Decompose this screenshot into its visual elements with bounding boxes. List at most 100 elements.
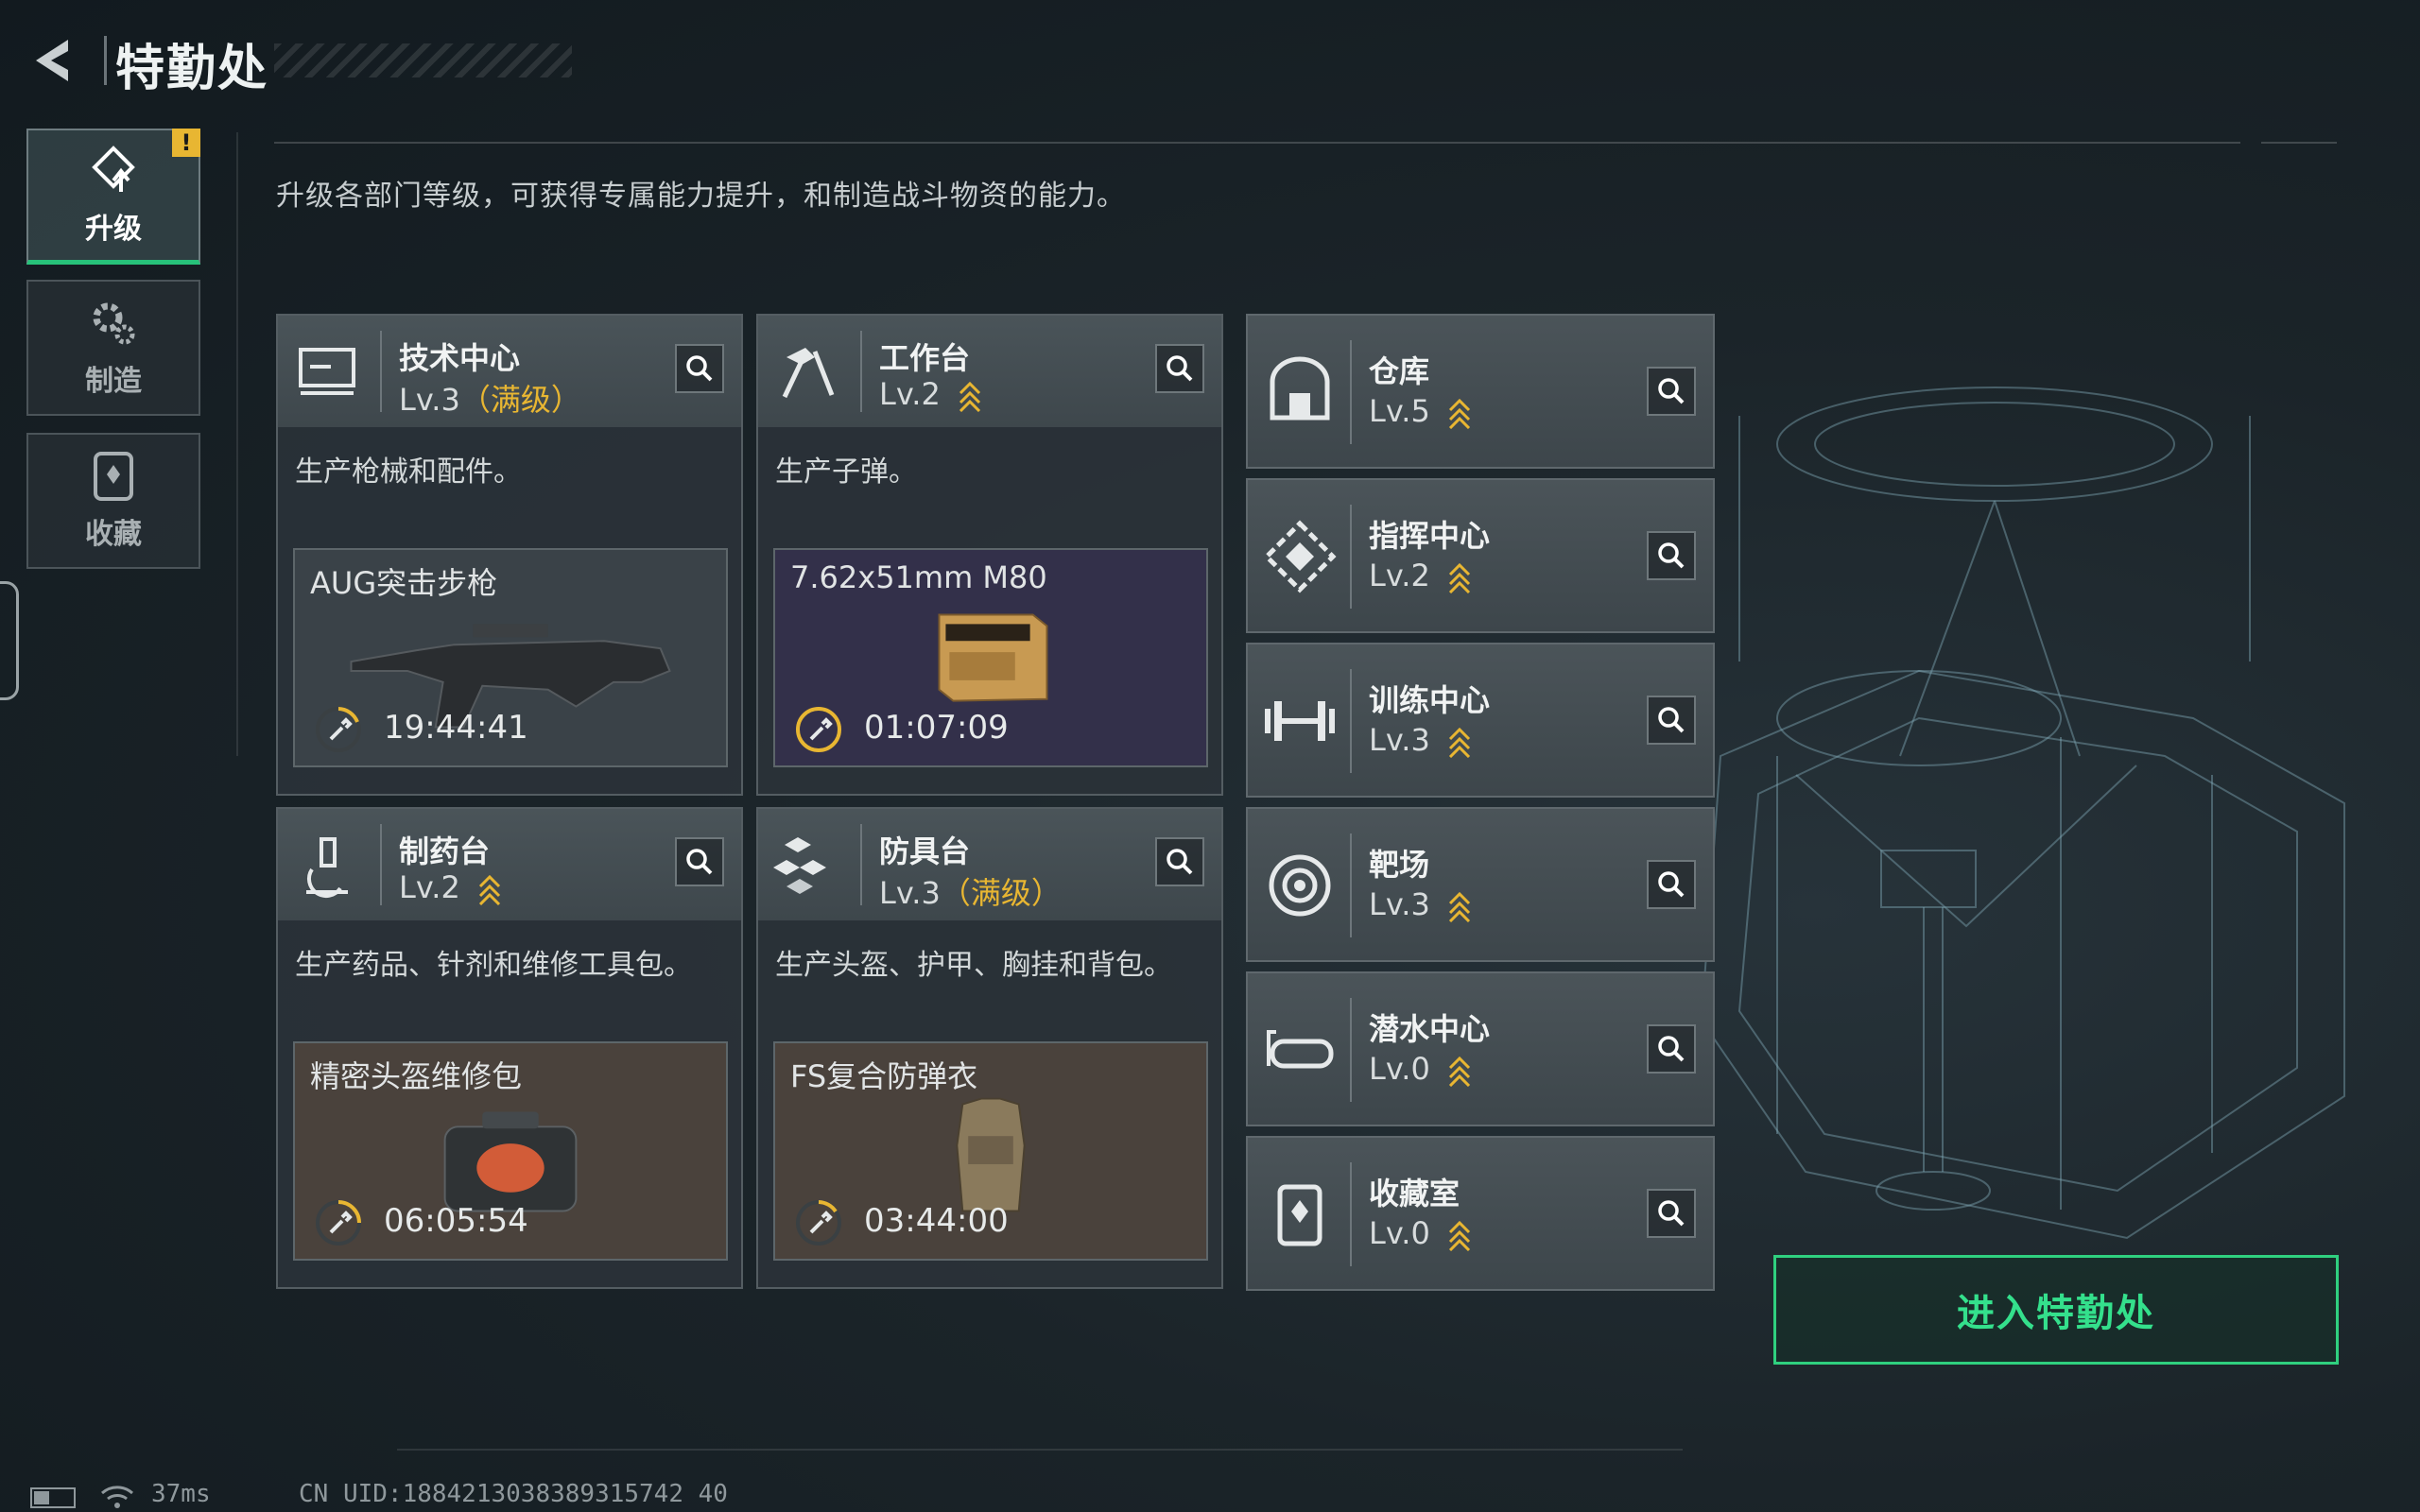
- building-warehouse[interactable]: 仓库 Lv.5: [1246, 314, 1715, 469]
- upgrade-available-icon: [478, 874, 501, 905]
- search-button[interactable]: [675, 344, 724, 393]
- page-title: 特勤处: [115, 41, 269, 97]
- divider: [1350, 505, 1352, 609]
- facility-card-tech-center[interactable]: 技术中心 Lv.3（满级） 生产枪械和配件。 AUG突击步枪 19:44:41: [276, 314, 743, 796]
- user-uid: CN UID:1884213038389315742 40: [299, 1480, 728, 1508]
- facility-name: 工作台: [879, 340, 971, 376]
- search-button[interactable]: [1155, 837, 1204, 886]
- search-icon: [1167, 849, 1193, 875]
- crafting-slot[interactable]: FS复合防弹衣 03:44:00: [773, 1041, 1208, 1261]
- building-name: 收藏室: [1369, 1176, 1461, 1211]
- facility-description: 生产子弹。: [775, 455, 917, 489]
- wrench-timer-icon: [316, 1200, 361, 1246]
- level-value: Lv.0: [1369, 1215, 1430, 1251]
- building-level: Lv.2: [1369, 558, 1472, 593]
- divider: [1350, 669, 1352, 773]
- facility-description: 生产头盔、护甲、胸挂和背包。: [775, 949, 1172, 982]
- level-value: Lv.2: [879, 376, 941, 412]
- building-command-center[interactable]: 指挥中心 Lv.2: [1246, 478, 1715, 633]
- sidebar-item-crafting[interactable]: 制造: [26, 280, 200, 416]
- level-value: Lv.2: [399, 869, 460, 905]
- building-level: Lv.0: [1369, 1215, 1472, 1251]
- enter-button-label: 进入特勤处: [1957, 1292, 2155, 1335]
- building-name: 指挥中心: [1369, 518, 1491, 554]
- divider: [274, 142, 2240, 144]
- building-level: Lv.5: [1369, 393, 1472, 429]
- search-button[interactable]: [1155, 344, 1204, 393]
- facility-level: Lv.3（满级）: [879, 869, 1062, 913]
- target-icon: [1269, 854, 1331, 917]
- level-value: Lv.0: [1369, 1051, 1430, 1087]
- search-button[interactable]: [1647, 531, 1696, 580]
- divider: [860, 331, 862, 412]
- facility-description: 生产药品、针剂和维修工具包。: [295, 949, 692, 982]
- craft-timer: 01:07:09: [864, 709, 1009, 747]
- facility-level: Lv.2: [879, 376, 982, 412]
- wifi-icon: [101, 1486, 133, 1508]
- level-value: Lv.5: [1369, 393, 1430, 429]
- divider: [1350, 340, 1352, 444]
- divider: [397, 1449, 1683, 1451]
- building-name: 潜水中心: [1369, 1011, 1491, 1047]
- crafting-slot[interactable]: AUG突击步枪 19:44:41: [293, 548, 728, 767]
- facility-card-pharmacy[interactable]: 制药台 Lv.2 生产药品、针剂和维修工具包。 精密头盔维修包 06:05:54: [276, 807, 743, 1289]
- enter-special-ops-button[interactable]: 进入特勤处: [1773, 1255, 2339, 1365]
- craft-timer: 03:44:00: [864, 1202, 1009, 1240]
- wrench-timer-icon: [796, 707, 841, 752]
- facility-name: 防具台: [879, 833, 971, 869]
- search-button[interactable]: [1647, 1189, 1696, 1238]
- collection-room-icon: [1277, 1184, 1322, 1246]
- facility-level: Lv.3（满级）: [399, 376, 581, 420]
- search-button[interactable]: [675, 837, 724, 886]
- hammer-icon: [782, 348, 835, 399]
- collection-icon: [94, 452, 133, 501]
- search-icon: [1658, 378, 1685, 404]
- back-arrow-icon[interactable]: [26, 32, 83, 89]
- wrench-timer-icon: [796, 1200, 841, 1246]
- search-button[interactable]: [1647, 367, 1696, 416]
- search-icon: [1658, 1036, 1685, 1062]
- sidebar-item-label: 制造: [85, 365, 142, 398]
- sidebar-item-collection[interactable]: 收藏: [26, 433, 200, 569]
- building-level: Lv.3: [1369, 886, 1472, 922]
- building-diving-center[interactable]: 潜水中心 Lv.0: [1246, 971, 1715, 1126]
- facility-name: 技术中心: [399, 340, 521, 376]
- drawer-handle[interactable]: [0, 581, 19, 700]
- building-training-center[interactable]: 训练中心 Lv.3: [1246, 643, 1715, 798]
- building-name: 仓库: [1369, 353, 1430, 389]
- wrench-timer-icon: [316, 707, 361, 752]
- search-button[interactable]: [1647, 1024, 1696, 1074]
- section-description: 升级各部门等级，可获得专属能力提升，和制造战斗物资的能力。: [276, 180, 1126, 213]
- sidebar-item-upgrade[interactable]: 升级 !: [26, 129, 200, 265]
- divider: [380, 824, 382, 905]
- search-icon: [686, 849, 713, 875]
- search-icon: [1658, 1200, 1685, 1227]
- sidebar-item-label: 升级: [85, 212, 142, 246]
- search-button[interactable]: [1647, 696, 1696, 745]
- divider: [380, 331, 382, 412]
- crafting-slot[interactable]: 7.62x51mm M80 01:07:09: [773, 548, 1208, 767]
- facility-card-armor-bench[interactable]: 防具台 Lv.3（满级） 生产头盔、护甲、胸挂和背包。 FS复合防弹衣 03:4…: [756, 807, 1223, 1289]
- building-level: Lv.0: [1369, 1051, 1472, 1087]
- search-icon: [1167, 355, 1193, 382]
- facility-card-workbench[interactable]: 工作台 Lv.2 生产子弹。 7.62x51mm M80 01:07:09: [756, 314, 1223, 796]
- level-value: Lv.3: [1369, 722, 1430, 758]
- sidebar-item-label: 收藏: [85, 518, 142, 551]
- upgrade-available-icon: [1448, 1056, 1471, 1087]
- blueprint-illustration: [1700, 387, 2345, 1240]
- building-collection-room[interactable]: 收藏室 Lv.0: [1246, 1136, 1715, 1291]
- search-icon: [686, 355, 713, 382]
- battery-icon: [30, 1487, 76, 1508]
- level-value: Lv.2: [1369, 558, 1430, 593]
- building-name: 训练中心: [1369, 682, 1491, 718]
- building-shooting-range[interactable]: 靶场 Lv.3: [1246, 807, 1715, 962]
- upgrade-available-icon: [1448, 398, 1471, 429]
- level-value: Lv.3: [879, 875, 941, 911]
- search-button[interactable]: [1647, 860, 1696, 909]
- gear-icon: [93, 302, 135, 345]
- crafting-slot[interactable]: 精密头盔维修包 06:05:54: [293, 1041, 728, 1261]
- header-divider: [104, 36, 107, 85]
- facility-name: 制药台: [399, 833, 491, 869]
- ping-readout: 37ms: [151, 1480, 211, 1508]
- diving-mask-icon: [1267, 1030, 1334, 1069]
